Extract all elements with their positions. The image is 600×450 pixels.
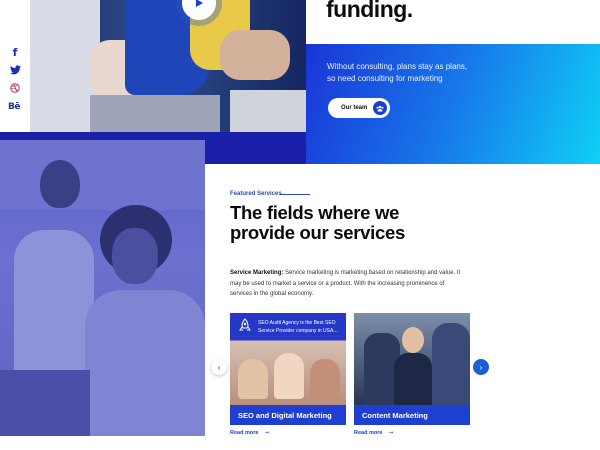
facebook-icon[interactable]: f bbox=[9, 46, 21, 59]
photo-shape bbox=[40, 160, 80, 208]
photo-shape bbox=[310, 359, 340, 399]
photo-shape bbox=[0, 370, 90, 436]
photo-shape bbox=[394, 353, 432, 405]
our-team-label: Our team bbox=[341, 105, 368, 111]
photo-shape bbox=[85, 290, 205, 436]
photo-shape bbox=[402, 327, 424, 353]
services-body: Service Marketing: Service marketing is … bbox=[230, 268, 462, 300]
carousel-next-button[interactable]: › bbox=[473, 359, 489, 375]
read-more-link[interactable]: Read more → bbox=[230, 430, 269, 436]
photo-shape bbox=[238, 359, 268, 399]
services-eyebrow: Featured Services bbox=[230, 191, 282, 197]
dribbble-icon[interactable] bbox=[9, 82, 21, 94]
behance-icon[interactable]: Bē bbox=[8, 101, 20, 113]
read-more-link[interactable]: Read more → bbox=[354, 430, 393, 436]
services-heading: The fields where we provide our services bbox=[230, 202, 405, 243]
photo-shape bbox=[14, 230, 94, 380]
rocket-icon bbox=[239, 318, 251, 331]
photo-shape bbox=[230, 90, 306, 132]
hero-headline: funding. bbox=[326, 0, 413, 22]
photo-shape bbox=[0, 140, 205, 210]
service-card-title: Content Marketing bbox=[354, 405, 470, 425]
team-icon bbox=[373, 101, 387, 115]
our-team-button[interactable]: Our team bbox=[328, 98, 390, 118]
photo-shape bbox=[90, 95, 220, 132]
service-card-image: SEO Audit Agency is the Best SEO Service… bbox=[230, 313, 346, 405]
read-more-label: Read more bbox=[354, 430, 383, 436]
hero-tagline-line2: so need consulting for marketing bbox=[327, 74, 443, 83]
arrow-right-icon: → bbox=[264, 430, 270, 436]
photo-shape bbox=[432, 323, 470, 405]
twitter-icon[interactable] bbox=[9, 64, 21, 76]
read-more-label: Read more bbox=[230, 430, 259, 436]
eyebrow-underline bbox=[280, 194, 310, 195]
hero-photo-laptops bbox=[30, 0, 306, 132]
play-icon bbox=[196, 0, 203, 7]
photo-shape bbox=[274, 353, 304, 399]
social-rail: f Bē bbox=[0, 0, 30, 132]
service-card[interactable]: SEO Audit Agency is the Best SEO Service… bbox=[230, 313, 346, 425]
body-label: Service Marketing: bbox=[230, 270, 284, 276]
photo-shape bbox=[112, 228, 158, 284]
arrow-right-icon: → bbox=[388, 430, 394, 436]
service-card-title: SEO and Digital Marketing bbox=[230, 405, 346, 425]
service-card[interactable]: Content Marketing bbox=[354, 313, 470, 425]
photo-shape bbox=[220, 30, 290, 80]
carousel-prev-button[interactable]: ‹ bbox=[211, 359, 227, 375]
team-photo bbox=[0, 140, 205, 436]
card-image-caption: SEO Audit Agency is the Best SEO Service… bbox=[258, 320, 338, 334]
hero-tagline-line1: Without consulting, plans stay as plans, bbox=[327, 62, 468, 71]
service-card-image bbox=[354, 313, 470, 405]
